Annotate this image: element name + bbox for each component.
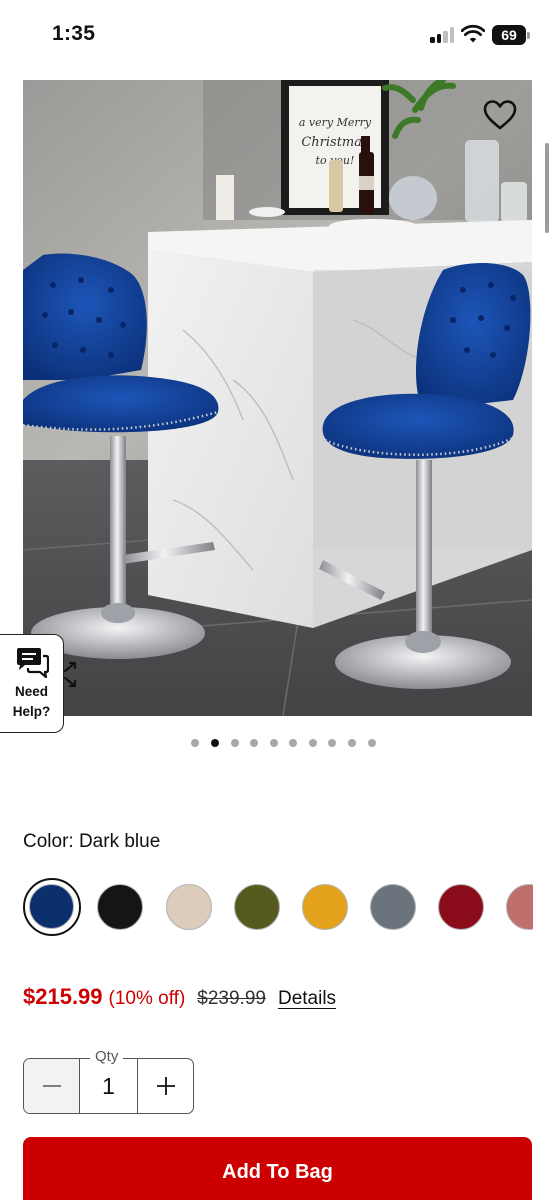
add-to-bag-button[interactable]: Add To Bag [23,1137,532,1200]
current-price: $215.99 [23,984,103,1009]
quantity-stepper: Qty 1 [23,1048,194,1114]
color-label: Color: Dark blue [23,831,161,852]
color-swatch[interactable] [370,884,416,930]
chat-bubbles-icon [16,648,49,679]
color-swatches [23,878,533,936]
carousel-dot[interactable] [191,739,200,747]
need-help-line1: Need [14,684,48,699]
price-details-link[interactable]: Details [278,988,336,1010]
page-scrollbar[interactable] [545,143,549,233]
price-row: $215.99 (10% off) $239.99 Details [23,984,336,1014]
color-swatch[interactable] [23,878,81,936]
quantity-label: Qty [90,1048,124,1065]
carousel-dot[interactable] [230,739,239,747]
color-swatch[interactable] [506,884,533,930]
carousel-dot[interactable] [348,739,357,747]
discount-text: (10% off) [108,988,186,1009]
svg-text:a very Merry: a very Merry [299,116,372,129]
plus-icon [156,1077,175,1095]
color-swatch[interactable] [97,884,143,930]
status-bar: 1:35 69 [0,0,555,70]
quantity-input[interactable]: 1 [80,1059,137,1113]
carousel-dot[interactable] [308,739,317,747]
wifi-icon [461,24,485,43]
status-time: 1:35 [52,22,96,45]
carousel-dot[interactable] [328,739,337,747]
minus-icon [42,1085,61,1087]
need-help-button[interactable]: Need Help? [0,634,64,733]
color-swatch[interactable] [438,884,484,930]
battery-level: 69 [492,25,526,45]
need-help-line2: Help? [12,704,51,719]
carousel-dot[interactable] [210,739,219,747]
carousel-dot[interactable] [289,739,298,747]
carousel-dots [0,739,555,749]
heart-icon[interactable] [482,98,518,132]
color-swatch[interactable] [302,884,348,930]
quantity-decrease-button[interactable] [24,1059,80,1113]
battery-icon: 69 [492,25,530,45]
color-swatch[interactable] [234,884,280,930]
color-swatch[interactable] [166,884,212,930]
product-photo: a very Merry Christmas to you! [23,80,532,716]
carousel-dot[interactable] [367,739,376,747]
carousel-dot[interactable] [269,739,278,747]
original-price: $239.99 [197,988,266,1009]
svg-text:Christmas: Christmas [301,135,369,150]
quantity-increase-button[interactable] [137,1059,193,1113]
carousel-dot[interactable] [250,739,259,747]
product-image[interactable]: a very Merry Christmas to you! [23,80,532,716]
expand-icon[interactable] [61,660,83,690]
signal-icon [430,27,456,43]
